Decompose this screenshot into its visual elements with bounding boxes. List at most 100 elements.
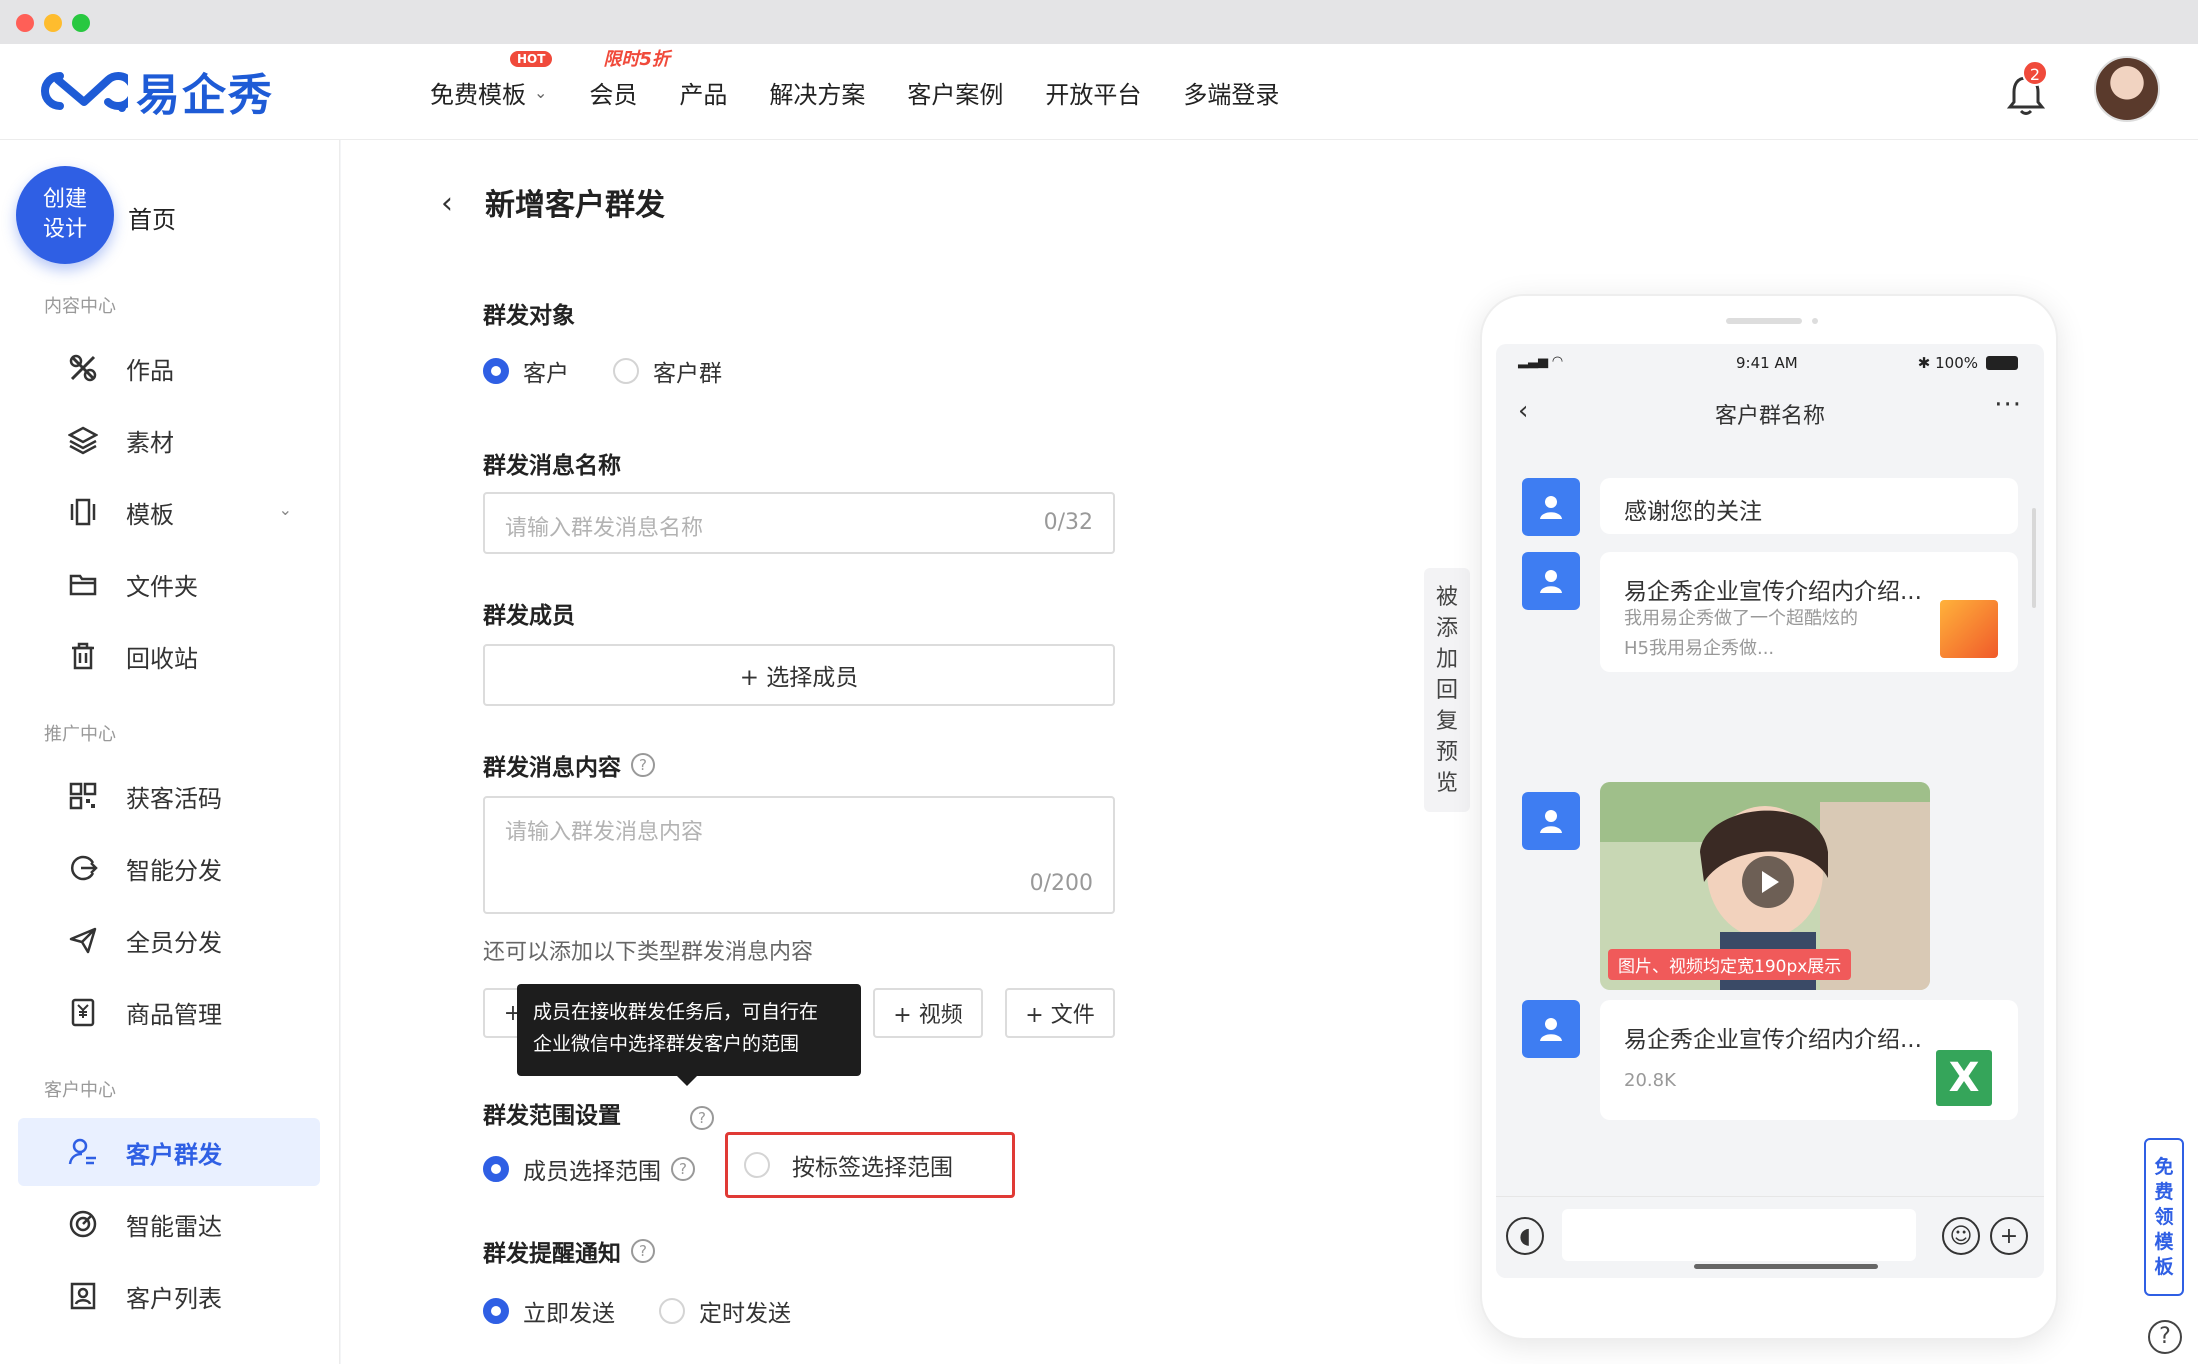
voice-icon[interactable]: ◖ (1506, 1217, 1544, 1255)
sidebar-item-product-management[interactable]: 商品管理 (18, 978, 320, 1046)
radio-checked (483, 1298, 509, 1324)
nav-products[interactable]: 产品 (679, 75, 727, 110)
reply-preview-tab[interactable]: 被 添 加 回 复 预 览 (1424, 568, 1470, 812)
chat-input-field[interactable] (1562, 1209, 1916, 1261)
tooltip-line: 成员在接收群发任务后，可自行在 (533, 1001, 819, 1023)
tab-char: 费 (2154, 1180, 2174, 1203)
smart-distribution-icon (66, 851, 100, 885)
sidebar-item-label: 模板 (126, 500, 174, 529)
play-icon[interactable] (1742, 856, 1794, 908)
help-icon[interactable]: ? (690, 1106, 714, 1130)
sidebar-item-home[interactable]: 首页 (128, 200, 176, 235)
works-icon (66, 351, 100, 385)
phone-preview: ▂▃▅ ◠ 9:41 AM ✱ 100% ‹ 客户群名称 ··· 感谢您的关注 … (1480, 294, 2058, 1340)
sidebar-item-customer-list[interactable]: 客户列表 (18, 1262, 320, 1330)
sidebar-item-smart-distribution[interactable]: 智能分发 (18, 834, 320, 902)
radio-label: 成员选择范围 (523, 1159, 661, 1185)
tab-char: 免 (2154, 1155, 2174, 1178)
user-icon (1540, 496, 1562, 519)
char-counter: 0/200 (1029, 871, 1093, 896)
tab-char: 览 (1435, 770, 1458, 796)
status-bar: ▂▃▅ ◠ 9:41 AM ✱ 100% (1496, 344, 2044, 382)
select-members-button[interactable]: + 选择成员 (483, 644, 1115, 706)
layers-icon (66, 423, 100, 457)
file-size: 20.8K (1624, 1070, 1676, 1091)
notify-label-text: 群发提醒通知 (483, 1241, 621, 1267)
sale-badge: 限时5折 (603, 48, 670, 70)
free-template-tab[interactable]: 免 费 领 模 板 (2144, 1138, 2184, 1296)
help-button[interactable]: ? (2148, 1320, 2182, 1354)
range-option-tag[interactable]: 按标签选择范围 (725, 1132, 1015, 1198)
radar-icon (66, 1207, 100, 1241)
chevron-left-icon[interactable]: ‹ (441, 186, 453, 221)
nav-solutions[interactable]: 解决方案 (769, 75, 865, 110)
nav-open-platform[interactable]: 开放平台 (1045, 75, 1141, 110)
qrcode-icon (66, 779, 100, 813)
window-close-button[interactable] (16, 14, 34, 32)
excel-file-icon: X (1936, 1050, 1992, 1106)
help-icon[interactable]: ? (671, 1157, 695, 1181)
sidebar-item-recycle-bin[interactable]: 回收站 (18, 622, 320, 690)
sidebar-item-label: 客户群发 (126, 1140, 222, 1169)
nav-cases[interactable]: 客户案例 (907, 75, 1003, 110)
range-option-member[interactable]: 成员选择范围? (483, 1152, 695, 1186)
window-zoom-button[interactable] (72, 14, 90, 32)
sidebar-item-label: 获客活码 (126, 784, 222, 813)
sidebar: 创建 设计 首页 内容中心 作品 素材 模板 ⌄ 文件夹 回收站 推广中心 获客… (0, 140, 340, 1364)
preview-scrollbar[interactable] (2032, 508, 2036, 608)
nav-multi-login[interactable]: 多端登录 (1183, 75, 1279, 110)
content-label: 群发消息内容? (483, 748, 655, 782)
bluetooth-icon: ✱ (1917, 354, 1936, 372)
window-minimize-button[interactable] (44, 14, 62, 32)
window-titlebar (0, 0, 2198, 44)
more-icon[interactable]: ··· (1994, 390, 2022, 420)
message-name-input[interactable]: 请输入群发消息名称 0/32 (483, 492, 1115, 554)
user-icon (1540, 570, 1562, 593)
notify-option-scheduled[interactable]: 定时发送 (659, 1294, 791, 1328)
target-option-customer[interactable]: 客户 (483, 354, 569, 388)
sidebar-item-label: 智能分发 (126, 856, 222, 885)
radio-label: 客户群 (653, 361, 722, 387)
content-label-text: 群发消息内容 (483, 755, 621, 781)
nav-membership[interactable]: 限时5折 会员 (589, 49, 670, 110)
notify-option-now[interactable]: 立即发送 (483, 1294, 615, 1328)
sidebar-item-label: 回收站 (126, 644, 198, 673)
sidebar-item-works[interactable]: 作品 (18, 334, 320, 402)
signal-wifi-icon: ▂▃▅ ◠ (1518, 354, 1563, 369)
radio-label: 按标签选择范围 (792, 1155, 953, 1181)
send-icon (66, 923, 100, 957)
hot-badge: HOT (510, 50, 553, 67)
sender-avatar (1522, 478, 1580, 536)
file-title: 易企秀企业宣传介绍内介绍... (1624, 1027, 1922, 1053)
plus-icon[interactable]: + (1990, 1217, 2028, 1255)
input-placeholder: 请输入群发消息名称 (505, 516, 704, 541)
help-icon[interactable]: ? (631, 1239, 655, 1263)
nav-free-templates[interactable]: HOT 免费模板 ⌄ (430, 50, 553, 110)
message-content-textarea[interactable]: 请输入群发消息内容 0/200 (483, 796, 1115, 914)
home-indicator (1694, 1264, 1878, 1269)
sidebar-item-all-staff-distribution[interactable]: 全员分发 (18, 906, 320, 974)
sidebar-item-folders[interactable]: 文件夹 (18, 550, 320, 618)
brand-logo[interactable]: 易企秀 (36, 60, 274, 122)
sidebar-item-smart-radar[interactable]: 智能雷达 (18, 1190, 320, 1258)
add-video-button[interactable]: + 视频 (873, 988, 983, 1038)
nav-label: 开放平台 (1045, 80, 1142, 109)
sidebar-item-label: 客户列表 (126, 1284, 222, 1313)
create-design-button[interactable]: 创建 设计 (16, 166, 114, 264)
radio-checked (483, 1156, 509, 1182)
message-bubble-link: 易企秀企业宣传介绍内介绍... 我用易企秀做了一个超酷炫的H5我用易企秀做... (1600, 552, 2018, 672)
sidebar-item-templates[interactable]: 模板 ⌄ (18, 478, 320, 546)
add-file-button[interactable]: + 文件 (1005, 988, 1115, 1038)
sidebar-item-customer-broadcast[interactable]: 客户群发 (18, 1118, 320, 1186)
target-option-customer-group[interactable]: 客户群 (613, 354, 722, 388)
create-line1: 创建 (42, 187, 87, 212)
video-thumbnail[interactable]: 图片、视频均定宽190px展示 (1600, 782, 1930, 990)
tab-char: 模 (2154, 1230, 2174, 1253)
sidebar-item-materials[interactable]: 素材 (18, 406, 320, 474)
user-avatar[interactable] (2094, 56, 2160, 122)
target-radio-group: 客户 客户群 (483, 354, 766, 388)
emoji-icon[interactable]: ☺ (1942, 1217, 1980, 1255)
trash-icon (66, 639, 100, 673)
sidebar-item-live-code[interactable]: 获客活码 (18, 762, 320, 830)
help-icon[interactable]: ? (631, 753, 655, 777)
